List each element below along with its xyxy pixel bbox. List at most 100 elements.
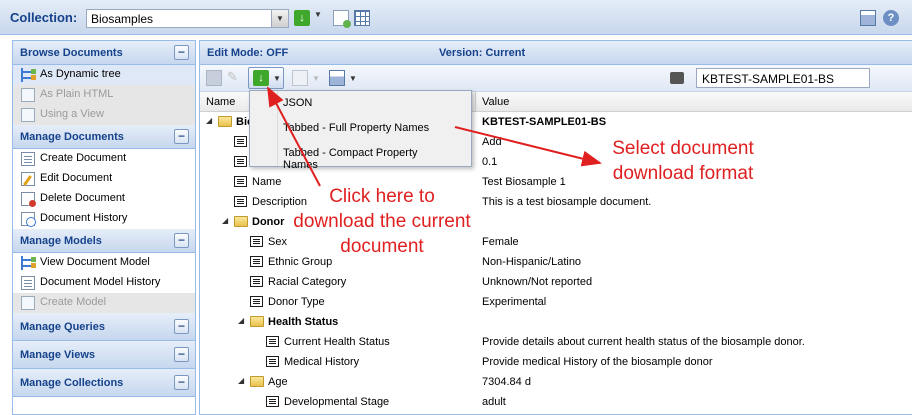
sidebar-item-label: Create Model bbox=[40, 296, 107, 308]
annotation-download-hint: Click here to download the current docum… bbox=[293, 186, 471, 257]
row-value: Non-Hispanic/Latino bbox=[482, 256, 582, 268]
annotation-format-hint: Select document download format bbox=[612, 138, 754, 184]
collapse-icon[interactable]: − bbox=[174, 45, 189, 60]
sidebar-item-label: Delete Document bbox=[40, 192, 125, 204]
folder-icon bbox=[234, 216, 248, 227]
download-button[interactable]: ↓ ▼ bbox=[248, 67, 284, 89]
sidebar-item-dynamic-tree[interactable]: As Dynamic tree bbox=[13, 65, 195, 85]
row-name: Health Status bbox=[268, 316, 339, 328]
row-value: This is a test biosample document. bbox=[482, 196, 652, 208]
html-icon bbox=[21, 88, 35, 102]
expand-triangle-icon[interactable]: ◢ bbox=[238, 376, 244, 385]
tree-row[interactable]: Donor Type Experimental bbox=[200, 292, 912, 312]
expand-triangle-icon[interactable]: ◢ bbox=[206, 116, 212, 125]
collapse-icon[interactable]: − bbox=[174, 233, 189, 248]
row-name: Age bbox=[268, 376, 288, 388]
sidebar-item-label: View Document Model bbox=[40, 256, 150, 268]
row-value: KBTEST-SAMPLE01-BS bbox=[482, 116, 607, 128]
folder-icon bbox=[250, 316, 264, 327]
search-input[interactable]: KBTEST-SAMPLE01-BS bbox=[696, 68, 870, 88]
chevron-down-icon[interactable]: ▼ bbox=[271, 10, 288, 27]
section-title: Manage Collections bbox=[20, 377, 124, 389]
section-title: Browse Documents bbox=[20, 47, 123, 59]
row-value: Female bbox=[482, 236, 519, 248]
tree-row[interactable]: ◢ Health Status bbox=[200, 312, 912, 332]
collection-label: Collection: bbox=[10, 10, 78, 25]
copy-caret-icon: ▼ bbox=[312, 74, 320, 83]
download-icon: ↓ bbox=[253, 70, 269, 86]
edit-document-icon bbox=[21, 172, 35, 186]
tree-row[interactable]: Racial Category Unknown/Not reported bbox=[200, 272, 912, 292]
section-manage-views[interactable]: Manage Views − bbox=[13, 341, 195, 369]
sidebar-item-label: Edit Document bbox=[40, 172, 113, 184]
sidebar-item-document-history[interactable]: Document History bbox=[13, 209, 195, 229]
tree-row[interactable]: Developmental Stage adult bbox=[200, 392, 912, 412]
section-manage-queries[interactable]: Manage Queries − bbox=[13, 313, 195, 341]
model-tree-icon bbox=[21, 256, 36, 270]
binoculars-icon bbox=[670, 72, 684, 84]
collapse-icon[interactable]: − bbox=[174, 375, 189, 390]
sidebar-item-label: Document History bbox=[40, 212, 128, 224]
row-value: 7304.84 d bbox=[482, 376, 531, 388]
row-name: Name bbox=[252, 176, 282, 188]
download-dropdown-caret-icon[interactable]: ▼ bbox=[314, 10, 322, 19]
help-icon[interactable]: ? bbox=[883, 10, 899, 26]
sidebar-item-edit-document[interactable]: Edit Document bbox=[13, 169, 195, 189]
chevron-down-icon: ▼ bbox=[273, 74, 281, 83]
search-value: KBTEST-SAMPLE01-BS bbox=[702, 72, 835, 86]
section-manage-collections[interactable]: Manage Collections − bbox=[13, 369, 195, 397]
tree-row[interactable]: Current Health Status Provide details abo… bbox=[200, 332, 912, 352]
download-icon[interactable]: ↓ bbox=[294, 10, 310, 26]
collapse-icon[interactable]: − bbox=[174, 129, 189, 144]
menu-item-tabbed-compact[interactable]: Tabbed - Compact Property Names bbox=[250, 141, 471, 171]
folder-icon bbox=[250, 376, 264, 387]
screen-caret-icon[interactable]: ▼ bbox=[349, 74, 357, 83]
section-title: Manage Queries bbox=[20, 321, 105, 333]
column-name[interactable]: Name bbox=[206, 96, 235, 108]
tree-row[interactable]: ◢ Age 7304.84 d bbox=[200, 372, 912, 392]
section-manage-models[interactable]: Manage Models − bbox=[13, 229, 195, 253]
property-icon bbox=[266, 336, 279, 347]
property-icon bbox=[266, 396, 279, 407]
sidebar-item-label: Create Document bbox=[40, 152, 127, 164]
delete-document-icon bbox=[21, 192, 36, 207]
sidebar-item-document-model-history[interactable]: Document Model History bbox=[13, 273, 195, 293]
column-value[interactable]: Value bbox=[482, 96, 509, 108]
screen-icon[interactable] bbox=[329, 70, 345, 86]
menu-item-json[interactable]: JSON bbox=[250, 91, 471, 116]
section-browse-documents[interactable]: Browse Documents − bbox=[13, 41, 195, 65]
row-name: Racial Category bbox=[268, 276, 347, 288]
sidebar-item-label: As Plain HTML bbox=[40, 88, 114, 100]
row-name: Donor bbox=[252, 216, 285, 228]
section-manage-documents[interactable]: Manage Documents − bbox=[13, 125, 195, 149]
property-icon bbox=[250, 236, 263, 247]
menu-item-tabbed-full[interactable]: Tabbed - Full Property Names bbox=[250, 116, 471, 141]
section-title: Manage Views bbox=[20, 349, 95, 361]
collapse-icon[interactable]: − bbox=[174, 319, 189, 334]
expand-triangle-icon[interactable]: ◢ bbox=[222, 216, 228, 225]
row-value: Unknown/Not reported bbox=[482, 276, 593, 288]
row-value: Provide medical History of the biosample… bbox=[482, 356, 713, 368]
sidebar-item-delete-document[interactable]: Delete Document bbox=[13, 189, 195, 209]
property-icon bbox=[250, 256, 263, 267]
sidebar: Browse Documents − As Dynamic tree As Pl… bbox=[12, 40, 196, 415]
sidebar-item-create-document[interactable]: Create Document bbox=[13, 149, 195, 169]
row-value: 0.1 bbox=[482, 156, 498, 168]
window-icon[interactable] bbox=[860, 10, 876, 26]
download-format-menu: JSON Tabbed - Full Property Names Tabbed… bbox=[249, 90, 472, 171]
row-value: Add bbox=[482, 136, 502, 148]
sidebar-item-plain-html: As Plain HTML bbox=[13, 85, 195, 105]
collapse-icon[interactable]: − bbox=[174, 347, 189, 362]
tree-row[interactable]: Medical History Provide medical History o… bbox=[200, 352, 912, 372]
row-name: Current Health Status bbox=[284, 336, 390, 348]
tree-icon bbox=[21, 68, 36, 82]
row-name: Donor Type bbox=[268, 296, 325, 308]
new-document-icon[interactable] bbox=[333, 10, 351, 28]
grid-view-icon[interactable] bbox=[354, 10, 370, 26]
tag-icon: ✎ bbox=[227, 69, 238, 84]
expand-triangle-icon[interactable]: ◢ bbox=[238, 316, 244, 325]
collection-select[interactable]: Biosamples ▼ bbox=[86, 9, 289, 28]
sidebar-item-view-document-model[interactable]: View Document Model bbox=[13, 253, 195, 273]
sidebar-item-label: As Dynamic tree bbox=[40, 68, 121, 80]
column-separator[interactable] bbox=[475, 92, 476, 112]
